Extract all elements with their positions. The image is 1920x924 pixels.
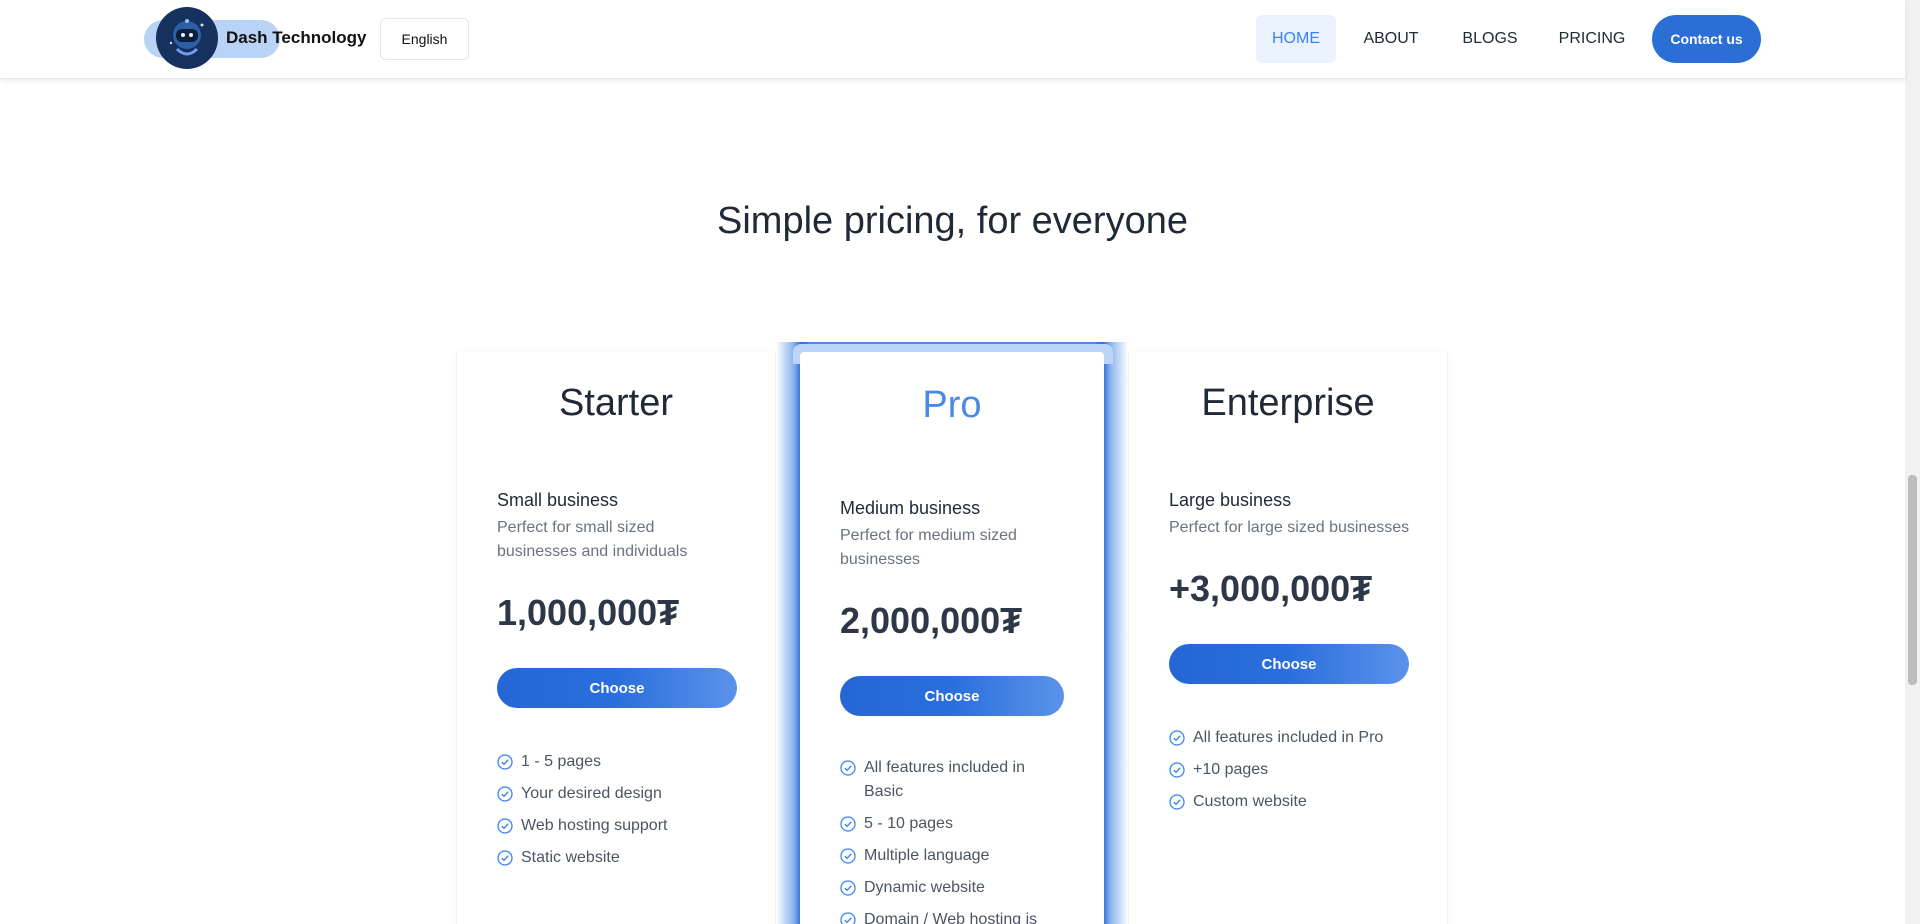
plan-price: +3,000,000₮: [1169, 568, 1373, 609]
feature-text: Multiple language: [864, 847, 990, 864]
plan-description: Perfect for medium sized businesses: [840, 527, 1017, 568]
feature-text: Dynamic website: [864, 879, 985, 896]
nav-about[interactable]: ABOUT: [1352, 15, 1430, 63]
brand[interactable]: Dash Technology: [144, 7, 367, 69]
plan-card-starter: Starter Small business Perfect for small…: [456, 352, 776, 924]
plan-tier: Large business: [1169, 490, 1292, 510]
check-circle-icon: [840, 880, 856, 896]
check-circle-icon: [1169, 794, 1185, 810]
nav-pricing[interactable]: PRICING: [1552, 15, 1632, 63]
brand-name: Dash Technology: [226, 28, 367, 47]
feature-text: 5 - 10 pages: [864, 815, 953, 832]
plan-tier: Medium business: [840, 498, 981, 518]
page-scrollbar[interactable]: [1905, 0, 1920, 924]
feature-item: Dynamic website: [840, 876, 1064, 900]
plan-description: Perfect for large sized businesses: [1169, 519, 1410, 536]
check-circle-icon: [497, 786, 513, 802]
feature-item: Multiple language: [840, 844, 1064, 868]
feature-item: Domain / Web hosting is: [840, 908, 1064, 924]
nav-blogs[interactable]: BLOGS: [1450, 15, 1530, 63]
check-circle-icon: [1169, 762, 1185, 778]
feature-text: 1 - 5 pages: [521, 753, 602, 770]
check-circle-icon: [497, 818, 513, 834]
check-circle-icon: [840, 912, 856, 924]
feature-text: Static website: [521, 849, 620, 866]
plan-name: Enterprise: [1201, 382, 1375, 424]
choose-pro-button[interactable]: Choose: [840, 676, 1064, 716]
pricing-heading: Simple pricing, for everyone: [717, 200, 1188, 242]
site-header: Dash Technology English HOME ABOUT BLOGS…: [0, 0, 1905, 79]
plan-card-enterprise: Enterprise Large business Perfect for la…: [1128, 352, 1448, 924]
plan-price: 1,000,000₮: [497, 592, 680, 633]
plan-description: Perfect for small sized businesses and i…: [497, 519, 688, 560]
feature-item: Web hosting support: [497, 814, 737, 838]
feature-item: 5 - 10 pages: [840, 812, 1064, 836]
feature-item: Your desired design: [497, 782, 737, 806]
feature-item: 1 - 5 pages: [497, 750, 737, 774]
feature-list: All features included in Basic 5 - 10 pa…: [840, 756, 1064, 924]
feature-text: Web hosting support: [521, 817, 668, 834]
choose-starter-button[interactable]: Choose: [497, 668, 737, 708]
feature-text: Your desired design: [521, 785, 662, 802]
feature-item: Custom website: [1169, 790, 1429, 814]
scrollbar-thumb[interactable]: [1908, 475, 1917, 685]
feature-item: All features included in Basic: [840, 756, 1064, 804]
feature-text: Custom website: [1193, 793, 1307, 810]
language-selector[interactable]: English: [380, 18, 469, 60]
feature-text: All features included in Basic: [864, 759, 1025, 800]
feature-text: +10 pages: [1193, 761, 1269, 778]
feature-item: Static website: [497, 846, 737, 870]
nav-home[interactable]: HOME: [1256, 15, 1336, 63]
check-circle-icon: [840, 848, 856, 864]
plan-name: Starter: [558, 382, 674, 424]
choose-enterprise-button[interactable]: Choose: [1169, 644, 1409, 684]
check-circle-icon: [840, 760, 856, 776]
check-circle-icon: [497, 754, 513, 770]
check-circle-icon: [497, 850, 513, 866]
feature-list: All features included in Pro +10 pages C…: [1169, 726, 1429, 822]
robot-logo-icon: [156, 7, 218, 69]
contact-us-button[interactable]: Contact us: [1652, 15, 1761, 63]
check-circle-icon: [840, 816, 856, 832]
feature-text: All features included in Pro: [1193, 729, 1384, 746]
feature-list: 1 - 5 pages Your desired design Web host…: [497, 750, 737, 878]
plan-tier: Small business: [497, 490, 619, 510]
check-circle-icon: [1169, 730, 1185, 746]
feature-text: Domain / Web hosting is: [864, 911, 1038, 924]
plan-price: 2,000,000₮: [840, 600, 1023, 641]
plan-name: Pro: [922, 384, 982, 426]
feature-item: +10 pages: [1169, 758, 1429, 782]
plan-card-pro: Pro Medium business Perfect for medium s…: [800, 352, 1104, 924]
feature-item: All features included in Pro: [1169, 726, 1429, 750]
